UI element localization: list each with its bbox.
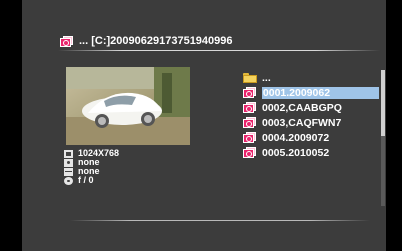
photo-icon — [60, 35, 74, 47]
list-scrollbar[interactable] — [381, 70, 385, 206]
footer-divider — [70, 220, 370, 221]
aperture-icon — [64, 176, 73, 185]
resolution-icon — [64, 149, 73, 158]
photo-icon — [243, 102, 257, 113]
aperture-value: f / 0 — [78, 175, 94, 185]
preview-thumbnail — [66, 67, 190, 145]
path-header: ... [C:]20090629173751940996 — [60, 34, 233, 48]
list-item-label: ... — [262, 71, 271, 84]
list-item-label: 0004.2009072 — [262, 131, 330, 144]
bezel-right — [386, 0, 402, 251]
list-item-label: 0001.2009062 — [261, 86, 379, 99]
photo-icon — [243, 87, 257, 98]
photo-icon — [243, 117, 257, 128]
list-item-file[interactable]: 0001.2009062 — [242, 85, 379, 100]
camera-icon — [64, 158, 73, 167]
path-label: ... [C:]20090629173751940996 — [79, 35, 233, 47]
list-item-file[interactable]: 0004.2009072 — [242, 130, 379, 145]
calendar-icon — [64, 167, 73, 176]
scrollbar-thumb[interactable] — [381, 70, 385, 136]
list-item-label: 0003,CAQFWN7 — [262, 116, 342, 129]
photo-icon — [243, 147, 257, 158]
list-item-file[interactable]: 0002,CAABGPQ — [242, 100, 379, 115]
car-photo-thumbnail — [66, 67, 190, 145]
header-divider — [58, 50, 380, 51]
folder-icon — [243, 72, 257, 83]
photo-info: 1024X768 none none f / 0 — [64, 149, 119, 185]
photo-icon — [243, 132, 257, 143]
aperture-row: f / 0 — [64, 176, 119, 185]
list-item-parent-folder[interactable]: ... — [242, 70, 379, 85]
screen: ... [C:]20090629173751940996 1024X768 no… — [0, 0, 402, 251]
list-item-file[interactable]: 0005.2010052 — [242, 145, 379, 160]
bezel-left — [0, 0, 22, 251]
file-list: ... 0001.2009062 0002,CAABGPQ 0003,CAQFW… — [242, 70, 379, 160]
list-item-file[interactable]: 0003,CAQFWN7 — [242, 115, 379, 130]
list-item-label: 0005.2010052 — [262, 146, 330, 159]
list-item-label: 0002,CAABGPQ — [262, 101, 342, 114]
